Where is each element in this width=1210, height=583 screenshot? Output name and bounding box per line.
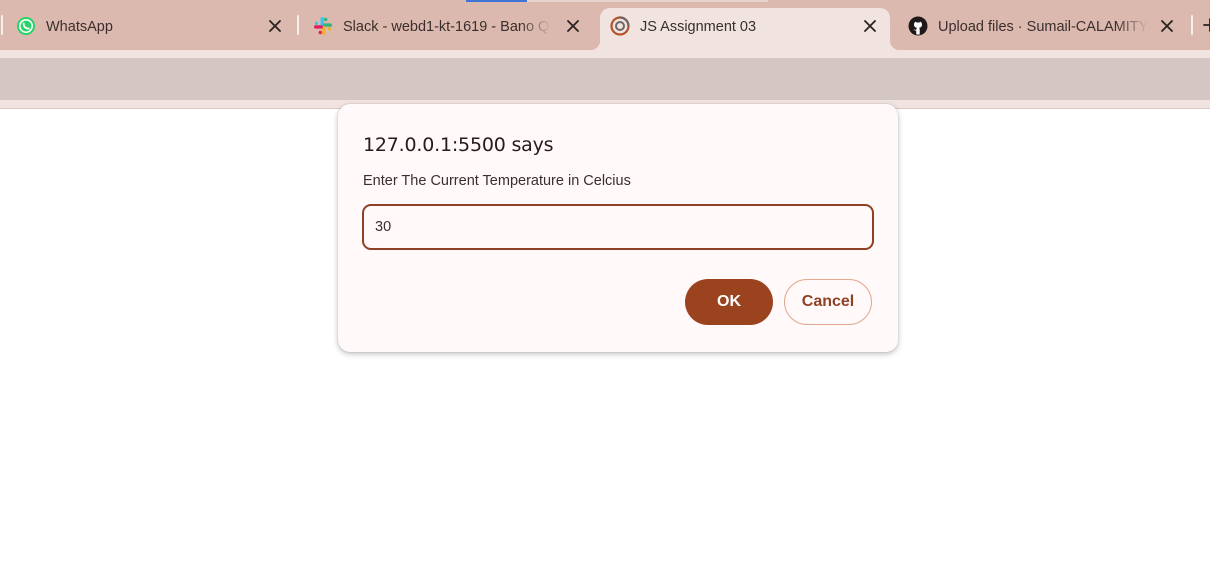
whatsapp-icon xyxy=(16,16,36,36)
tab-title: JS Assignment 03 xyxy=(640,19,757,35)
address-bar-area xyxy=(0,58,1210,100)
tab-strip: WhatsApp Slack - webd1-kt-1619 - Bano Q xyxy=(0,0,1210,50)
tab-title: Slack - webd1-kt-1619 - Bano Q xyxy=(343,19,550,35)
temperature-input[interactable] xyxy=(362,204,874,250)
tab-js-assignment[interactable]: JS Assignment 03 xyxy=(590,8,900,50)
github-icon xyxy=(908,16,928,36)
new-tab-icon[interactable] xyxy=(1203,17,1210,33)
tab-title: WhatsApp xyxy=(46,19,113,35)
tab-title: Upload files · Sumail-CALAMITY xyxy=(938,19,1148,35)
slack-icon xyxy=(313,16,333,36)
loading-indicator xyxy=(466,0,768,2)
tab-separator xyxy=(1191,15,1193,35)
dialog-message: Enter The Current Temperature in Celcius xyxy=(363,173,631,189)
close-icon[interactable] xyxy=(859,15,881,37)
ok-button[interactable]: OK xyxy=(685,279,773,325)
close-icon[interactable] xyxy=(264,15,286,37)
close-icon[interactable] xyxy=(1156,15,1178,37)
tab-github-upload[interactable]: Upload files · Sumail-CALAMITY xyxy=(894,8,1188,50)
tab-whatsapp[interactable]: WhatsApp xyxy=(2,8,296,50)
dialog-heading: 127.0.0.1:5500 says xyxy=(363,134,554,156)
cancel-button[interactable]: Cancel xyxy=(784,279,872,325)
close-icon[interactable] xyxy=(562,15,584,37)
live-server-icon xyxy=(610,16,630,36)
tab-slack[interactable]: Slack - webd1-kt-1619 - Bano Q xyxy=(299,8,589,50)
prompt-dialog: 127.0.0.1:5500 says Enter The Current Te… xyxy=(338,104,898,352)
toolbar-area xyxy=(0,50,1210,108)
